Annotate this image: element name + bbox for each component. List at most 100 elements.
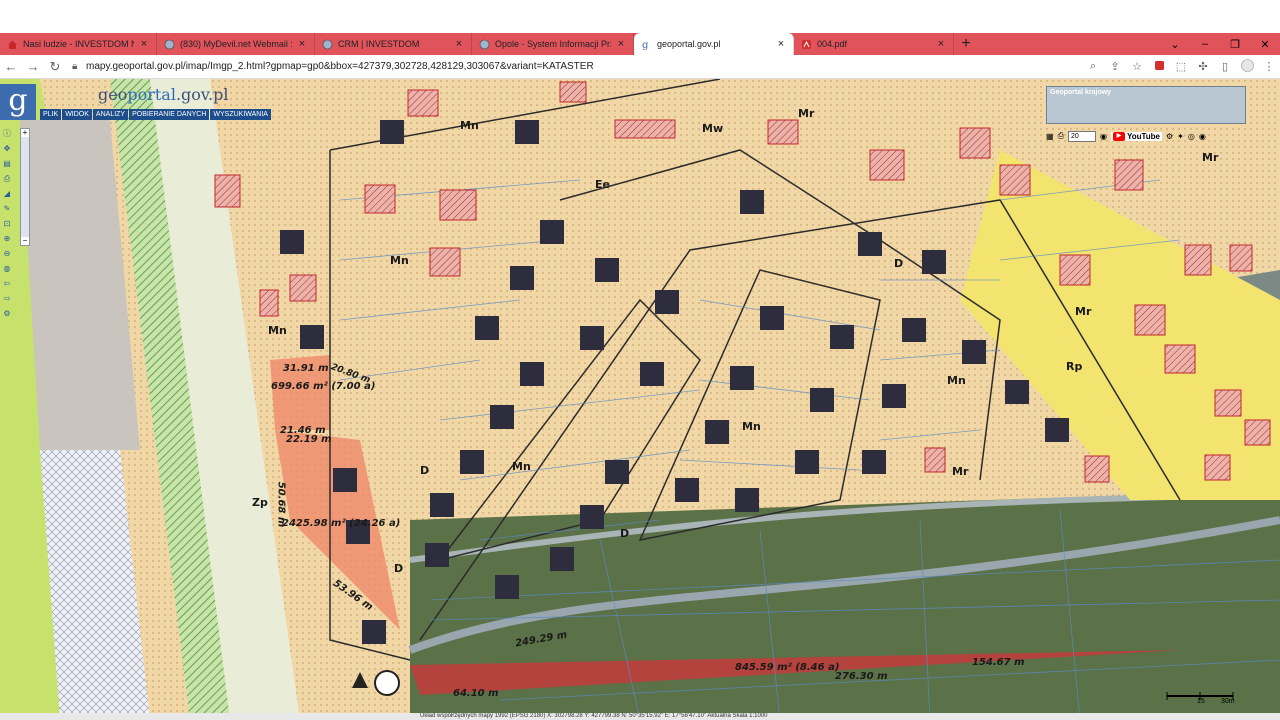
settings-icon[interactable]: ⚙ xyxy=(1166,132,1173,141)
back-view-icon[interactable]: ⇦ xyxy=(2,278,12,289)
info-icon[interactable]: ⓘ xyxy=(2,128,12,139)
zoom-in-icon[interactable]: ⊕ xyxy=(2,233,12,244)
share-icon[interactable]: ⇪ xyxy=(1104,60,1126,73)
zoom-icon[interactable]: ⌕ xyxy=(1082,60,1104,73)
menu-analizy[interactable]: ANALIZY xyxy=(92,109,129,120)
extensions-puzzle-icon[interactable]: ✣ xyxy=(1192,60,1214,73)
forward-icon[interactable]: → xyxy=(22,59,44,74)
globe-tool-icon[interactable]: ◍ xyxy=(2,263,12,274)
globe-icon xyxy=(478,38,490,50)
menu-plik[interactable]: PLIK xyxy=(40,109,62,120)
window-controls: ⌄ – ❐ ✕ xyxy=(1160,33,1280,55)
lock-icon[interactable]: 🔒︎ xyxy=(72,61,86,72)
tab-pdf[interactable]: 004.pdf × xyxy=(794,33,954,55)
map-canvas[interactable]: Mw Ee Mn Mn Mn Mn Mn Mn Mr Mr Mr Mr Rp D… xyxy=(0,79,1280,720)
zone-label-mr: Mr xyxy=(1075,305,1092,318)
zone-label-mr: Mr xyxy=(952,465,969,478)
profile-avatar-icon[interactable] xyxy=(1236,58,1258,75)
measure-icon[interactable]: ◢ xyxy=(2,188,12,199)
zoom-minus-icon[interactable]: − xyxy=(21,237,29,245)
pan-icon[interactable]: ✥ xyxy=(2,143,12,154)
zoom-box-icon[interactable]: ⊡ xyxy=(2,218,12,229)
minimize-icon[interactable]: – xyxy=(1190,38,1220,50)
zoom-out-icon[interactable]: ⊖ xyxy=(2,248,12,259)
zone-label-zp: Zp xyxy=(252,496,268,509)
print-icon[interactable]: ⎙ xyxy=(1058,131,1064,141)
reload-icon[interactable]: ↻ xyxy=(44,59,66,75)
zone-label-ee: Ee xyxy=(595,178,610,191)
app-menu: PLIK WIDOK ANALIZY POBIERANIE DANYCH WYS… xyxy=(40,109,272,120)
close-window-icon[interactable]: ✕ xyxy=(1250,38,1280,51)
close-tab-icon[interactable]: × xyxy=(935,38,947,50)
visibility-toggle-icon[interactable]: ◉ xyxy=(1199,132,1206,141)
youtube-link[interactable]: ▶ YouTube xyxy=(1110,131,1162,141)
zoom-track[interactable] xyxy=(21,137,29,237)
measurement-label: 31.91 m xyxy=(283,363,329,374)
tab-opole[interactable]: Opole - System Informacji Przest × xyxy=(472,33,634,55)
globe-icon xyxy=(163,38,175,50)
back-icon[interactable]: ← xyxy=(0,59,22,74)
survey-marker xyxy=(374,670,400,696)
print-icon[interactable]: ⎙ xyxy=(2,173,12,184)
tab-webmail[interactable]: (830) MyDevil.net Webmail :: Spa × xyxy=(157,33,315,55)
measurement-label: 276.30 m xyxy=(835,671,888,682)
zone-label-mn: Mn xyxy=(390,254,409,267)
side-panel-icon[interactable]: ▯ xyxy=(1214,60,1236,73)
forward-view-icon[interactable]: ⇨ xyxy=(2,293,12,304)
play-icon: ▶ xyxy=(1112,131,1125,141)
map-scale-bar: 15 30m xyxy=(1166,692,1235,705)
globe-icon xyxy=(321,38,333,50)
tab-search-icon[interactable]: ⌄ xyxy=(1160,38,1190,51)
zone-label-mr: Mr xyxy=(1202,151,1219,164)
tab-nasi-ludzie[interactable]: Nasi ludzie - INVESTDOM Nieruc × xyxy=(0,33,157,55)
close-tab-icon[interactable]: × xyxy=(775,38,787,50)
measurement-label: 154.67 m xyxy=(972,657,1025,668)
legend-icon[interactable]: ▦ xyxy=(1046,132,1054,141)
address-bar-row: ← → ↻ 🔒︎ mapy.geoportal.gov.pl/imap/Imgp… xyxy=(0,55,1280,79)
zone-label-mn: Mn xyxy=(268,324,287,337)
extension-icon[interactable]: ⬚ xyxy=(1170,60,1192,73)
menu-widok[interactable]: WIDOK xyxy=(62,109,92,120)
new-tab-button[interactable]: + xyxy=(954,35,978,53)
overview-map[interactable]: Geoportal krajowy xyxy=(1046,86,1246,124)
measurement-label: 64.10 m xyxy=(453,688,499,699)
map-right-toolbar: ▦ ⎙ 20 ◉ ▶ YouTube ⚙ ✦ ◎ ◉ xyxy=(1046,128,1280,144)
close-tab-icon[interactable]: × xyxy=(615,38,627,50)
geoportal-brand: geoportal.gov.pl xyxy=(98,85,229,104)
zoom-plus-icon[interactable]: + xyxy=(21,129,29,137)
close-tab-icon[interactable]: × xyxy=(138,38,150,50)
layers-icon[interactable]: ▤ xyxy=(2,158,12,169)
bookmark-star-icon[interactable]: ☆ xyxy=(1126,60,1148,73)
accessibility-icon[interactable]: ✦ xyxy=(1177,132,1184,141)
more-menu-icon[interactable]: ⋮ xyxy=(1258,60,1280,73)
zone-label-d: D xyxy=(620,527,630,540)
measurement-label: 50.68 m xyxy=(275,481,287,528)
pdf-icon xyxy=(800,38,812,50)
draw-icon[interactable]: ✎ xyxy=(2,203,12,214)
measurement-area-label: 2425.98 m² (24.26 a) xyxy=(282,518,401,529)
zone-label-mn: Mn xyxy=(460,119,479,132)
measurement-label: 22.19 m xyxy=(286,434,332,445)
zone-label-mw: Mw xyxy=(702,122,724,135)
geoportal-logo[interactable]: g xyxy=(0,84,36,120)
pdf-extension-icon[interactable] xyxy=(1148,60,1170,74)
scale-select[interactable]: 20 xyxy=(1067,130,1096,142)
map-left-toolbar: ⓘ ✥ ▤ ⎙ ◢ ✎ ⊡ ⊕ ⊖ ◍ ⇦ ⇨ ⚙ xyxy=(2,128,16,319)
url-field[interactable]: 🔒︎ mapy.geoportal.gov.pl/imap/Imgp_2.htm… xyxy=(72,57,1076,77)
menu-wyszukiwania[interactable]: WYSZUKIWANIA xyxy=(210,109,271,120)
coordinate-status-bar: Układ współrzędnych mapy 1992 (EPSG 2180… xyxy=(0,713,1280,720)
close-tab-icon[interactable]: × xyxy=(453,38,465,50)
zone-label-d: D xyxy=(420,464,430,477)
help-icon[interactable]: ◉ xyxy=(1100,132,1107,141)
menu-pobieranie-danych[interactable]: POBIERANIE DANYCH xyxy=(129,109,210,120)
maximize-icon[interactable]: ❐ xyxy=(1220,38,1250,51)
eye-icon[interactable]: ◎ xyxy=(1188,132,1195,141)
close-tab-icon[interactable]: × xyxy=(296,38,308,50)
zone-label-mn: Mn xyxy=(742,420,761,433)
browser-tab-strip: Nasi ludzie - INVESTDOM Nieruc × (830) M… xyxy=(0,33,1280,55)
zoom-slider[interactable]: + − xyxy=(20,128,30,246)
tab-geoportal[interactable]: g geoportal.gov.pl × xyxy=(634,33,794,55)
window-top-area xyxy=(0,0,1280,33)
tab-crm[interactable]: CRM | INVESTDOM × xyxy=(315,33,472,55)
settings-icon[interactable]: ⚙ xyxy=(2,308,12,319)
